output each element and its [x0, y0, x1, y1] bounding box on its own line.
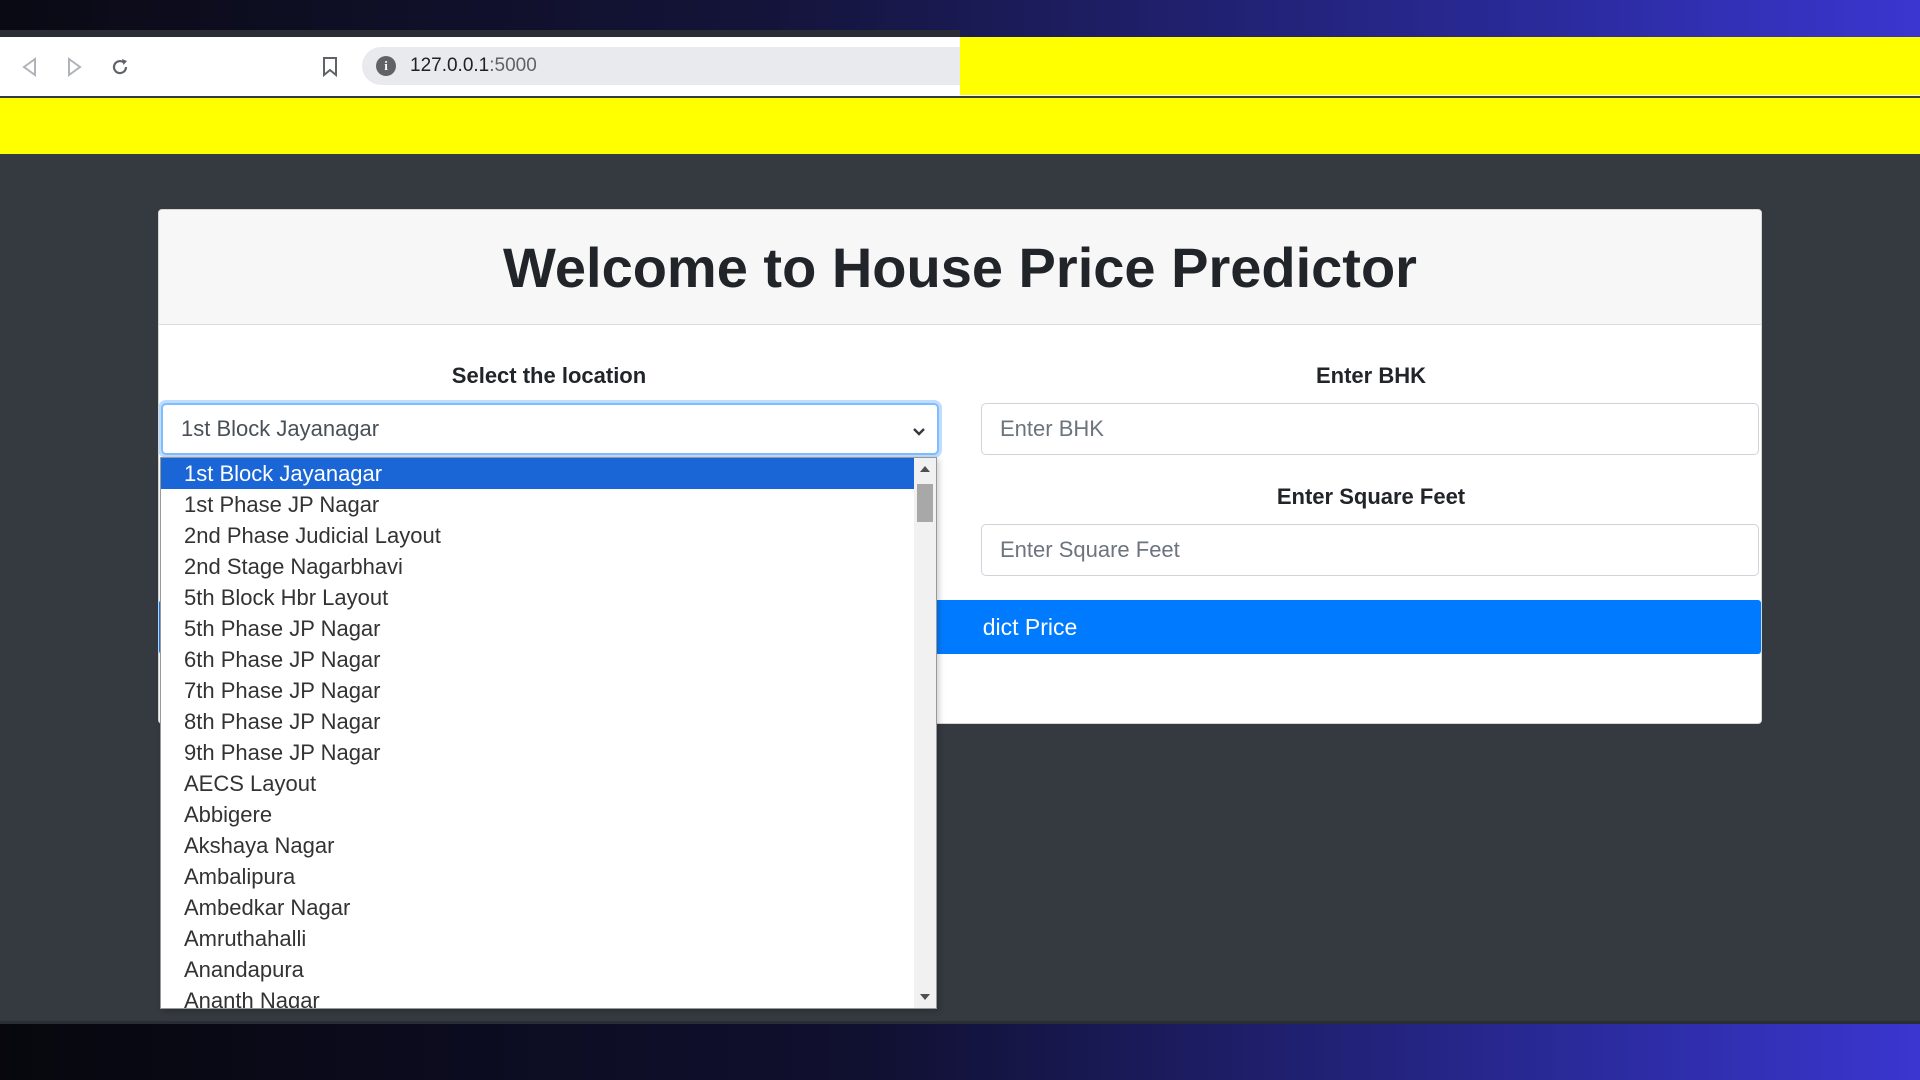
- top-frame: [0, 0, 1920, 37]
- yellow-overlay: [960, 37, 1920, 95]
- dropdown-option[interactable]: Ananth Nagar: [161, 985, 914, 1008]
- dropdown-option[interactable]: Abbigere: [161, 799, 914, 830]
- location-select[interactable]: 1st Block Jayanagar: [161, 403, 939, 455]
- dropdown-option[interactable]: 8th Phase JP Nagar: [161, 706, 914, 737]
- dropdown-option[interactable]: 1st Phase JP Nagar: [161, 489, 914, 520]
- dropdown-option[interactable]: 6th Phase JP Nagar: [161, 644, 914, 675]
- dropdown-option[interactable]: 2nd Phase Judicial Layout: [161, 520, 914, 551]
- option-list: 1st Block Jayanagar 1st Phase JP Nagar 2nd…: [161, 458, 914, 1008]
- dropdown-option[interactable]: 5th Block Hbr Layout: [161, 582, 914, 613]
- dropdown-option[interactable]: 9th Phase JP Nagar: [161, 737, 914, 768]
- bhk-placeholder: Enter BHK: [1000, 416, 1104, 441]
- dropdown-option[interactable]: 1st Block Jayanagar: [161, 458, 914, 489]
- info-icon[interactable]: i: [376, 56, 396, 76]
- dropdown-option[interactable]: AECS Layout: [161, 768, 914, 799]
- scroll-up-icon[interactable]: [914, 460, 936, 478]
- dropdown-option[interactable]: Amruthahalli: [161, 923, 914, 954]
- bhk-label: Enter BHK: [1315, 363, 1426, 388]
- sqft-label: Enter Square Feet: [1276, 484, 1466, 509]
- dropdown-option[interactable]: 5th Phase JP Nagar: [161, 613, 914, 644]
- bookmark-icon[interactable]: [315, 52, 345, 82]
- scroll-down-icon[interactable]: [914, 988, 936, 1006]
- dropdown-option[interactable]: 7th Phase JP Nagar: [161, 675, 914, 706]
- dropdown-option[interactable]: Ambedkar Nagar: [161, 892, 914, 923]
- dropdown-option[interactable]: 2nd Stage Nagarbhavi: [161, 551, 914, 582]
- reload-icon[interactable]: [105, 52, 135, 82]
- address-bar[interactable]: i 127.0.0.1:5000: [362, 47, 962, 85]
- dropdown-scrollbar[interactable]: [914, 458, 936, 1008]
- location-select-value: 1st Block Jayanagar: [181, 416, 380, 441]
- forward-arrow-icon[interactable]: [59, 52, 89, 82]
- sqft-placeholder: Enter Square Feet: [1000, 537, 1180, 562]
- dropdown-option[interactable]: Ambalipura: [161, 861, 914, 892]
- dropdown-option[interactable]: Akshaya Nagar: [161, 830, 914, 861]
- dropdown-option[interactable]: Anandapura: [161, 954, 914, 985]
- scroll-thumb[interactable]: [917, 484, 933, 522]
- predict-button-label: dict Price: [982, 613, 1078, 640]
- chevron-down-icon: [911, 420, 927, 446]
- card-header: Welcome to House Price Predictor: [159, 210, 1761, 325]
- page-title: Welcome to House Price Predictor: [503, 235, 1417, 299]
- yellow-overlay-banner: [0, 98, 1920, 154]
- url-text: 127.0.0.1:5000: [410, 55, 537, 76]
- bhk-input[interactable]: Enter BHK: [981, 403, 1759, 455]
- back-arrow-icon[interactable]: [15, 52, 45, 82]
- sqft-input[interactable]: Enter Square Feet: [981, 524, 1759, 576]
- location-dropdown-list[interactable]: 1st Block Jayanagar 1st Phase JP Nagar 2nd…: [160, 457, 937, 1009]
- location-label: Select the location: [451, 363, 647, 388]
- bottom-frame: [0, 1021, 1920, 1080]
